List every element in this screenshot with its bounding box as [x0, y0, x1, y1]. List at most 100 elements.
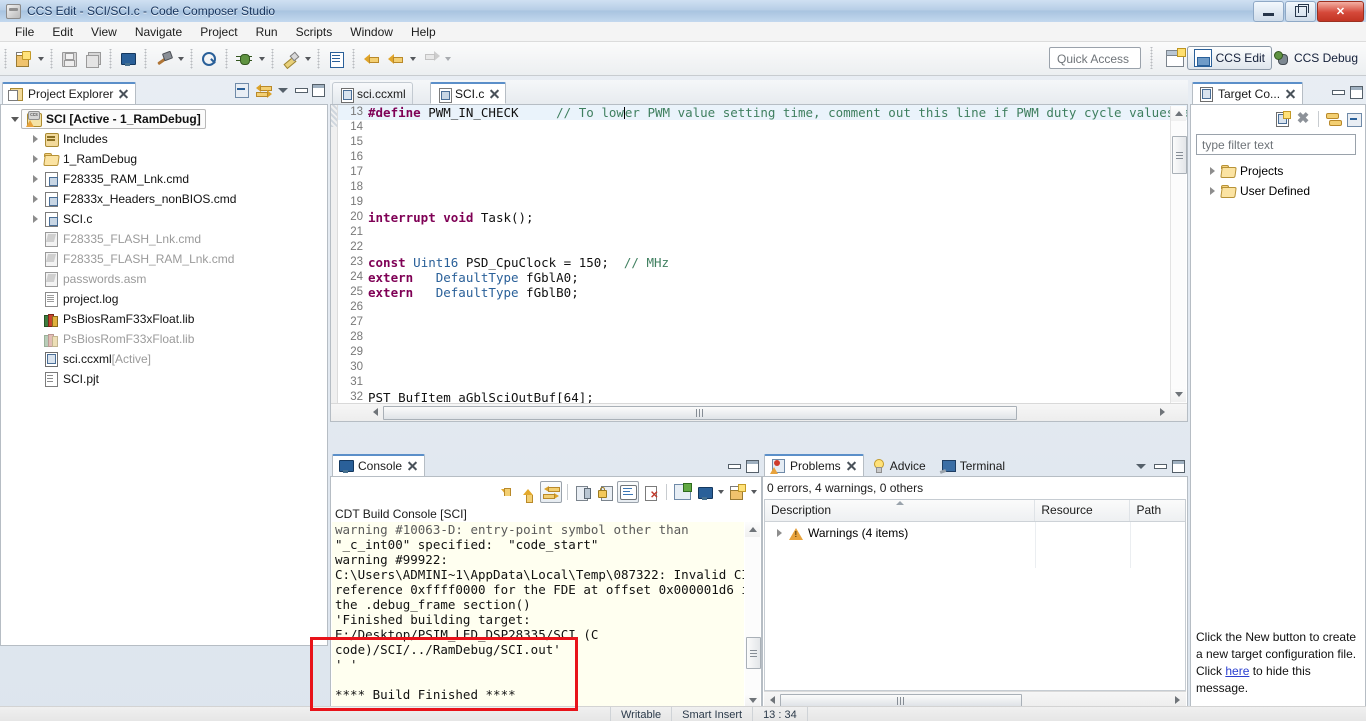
tab-problems[interactable]: Problems — [764, 454, 864, 476]
menu-help[interactable]: Help — [402, 23, 445, 41]
chevron-right-icon[interactable] — [29, 193, 42, 206]
close-button[interactable]: ✕ — [1317, 1, 1364, 22]
run-button[interactable] — [279, 48, 301, 70]
save-all-button[interactable] — [82, 48, 104, 70]
chevron-right-icon[interactable] — [29, 153, 42, 166]
chevron-right-icon[interactable] — [29, 173, 42, 186]
code-line[interactable]: 17 — [338, 165, 1187, 180]
tree-item-psbiosrom-lib[interactable]: PsBiosRomF33xFloat.lib — [1, 329, 327, 349]
code-line[interactable]: 18 — [338, 180, 1187, 195]
editor-horizontal-scrollbar[interactable] — [331, 403, 1187, 421]
console-scroll-up-button[interactable] — [745, 522, 760, 537]
tab-advice[interactable]: Advice — [864, 454, 934, 476]
column-header-description[interactable]: Description — [765, 500, 1036, 521]
scroll-left-button[interactable] — [766, 694, 779, 706]
toolbar-grip[interactable] — [2, 48, 9, 69]
view-menu-icon[interactable] — [1136, 461, 1147, 472]
menu-view[interactable]: View — [82, 23, 126, 41]
tab-sci-ccxml[interactable]: sci.ccxml — [332, 82, 413, 104]
hide-message-link[interactable]: here — [1225, 664, 1249, 678]
menu-project[interactable]: Project — [191, 23, 246, 41]
build-dropdown[interactable] — [175, 48, 186, 70]
code-line[interactable]: 14 — [338, 120, 1187, 135]
close-icon[interactable] — [118, 89, 128, 99]
problems-row-description[interactable]: Warnings (4 items) — [765, 522, 1037, 545]
save-button[interactable] — [58, 48, 80, 70]
run-dropdown[interactable] — [302, 48, 313, 70]
tab-target-configurations[interactable]: Target Co... — [1192, 82, 1304, 104]
tree-item-sci-project[interactable]: ccs SCI [Active - 1_RamDebug] — [1, 109, 327, 129]
scroll-down-button[interactable] — [496, 482, 516, 502]
restore-button[interactable] — [1285, 1, 1316, 22]
code-line[interactable]: 30 — [338, 360, 1187, 375]
debug-dropdown[interactable] — [256, 48, 267, 70]
forward-button[interactable] — [419, 48, 441, 70]
code-line[interactable]: 20 interrupt void Task(); — [338, 210, 1187, 225]
toolbar-grip-8[interactable] — [315, 48, 322, 69]
quick-access-input[interactable]: Quick Access — [1049, 47, 1141, 69]
tab-console[interactable]: Console — [332, 454, 426, 476]
code-line[interactable]: 23 const Uint16 PSD_CpuClock = 150; // MH… — [338, 255, 1187, 270]
close-icon[interactable] — [489, 89, 499, 99]
console-vertical-scrollbar[interactable] — [745, 522, 761, 708]
code-line[interactable]: 31 — [338, 375, 1187, 390]
console-vscroll-thumb[interactable] — [746, 637, 761, 669]
menu-scripts[interactable]: Scripts — [287, 23, 342, 41]
menu-window[interactable]: Window — [341, 23, 402, 41]
code-line[interactable]: 25 extern DefaultType fGblB0; — [338, 285, 1187, 300]
tab-sci-c[interactable]: SCI.c — [430, 82, 507, 104]
maximize-icon[interactable] — [1172, 460, 1185, 473]
outline-button[interactable] — [325, 48, 347, 70]
tree-item-user-defined[interactable]: User Defined — [1196, 181, 1362, 201]
code-line[interactable]: 29 — [338, 345, 1187, 360]
tree-item-includes[interactable]: Includes — [1, 129, 327, 149]
delete-icon[interactable]: ✖ — [1295, 111, 1311, 127]
tree-item-sci-c[interactable]: SCI.c — [1, 209, 327, 229]
toolbar-grip-2[interactable] — [48, 48, 55, 69]
scroll-up-button[interactable] — [1171, 106, 1186, 121]
new-target-config-icon[interactable] — [1275, 111, 1291, 127]
chevron-down-icon[interactable] — [9, 113, 22, 126]
column-header-path[interactable]: Path — [1130, 500, 1185, 521]
minimize-icon[interactable] — [1154, 461, 1167, 472]
back-history-dropdown[interactable] — [407, 48, 418, 70]
scroll-up-button[interactable] — [518, 482, 538, 503]
new-file-button[interactable] — [12, 48, 34, 70]
filter-input[interactable]: type filter text — [1196, 134, 1356, 155]
close-icon[interactable] — [407, 461, 417, 471]
editor-hscroll-thumb[interactable] — [383, 406, 1017, 420]
editor-vertical-scrollbar[interactable] — [1170, 106, 1187, 420]
open-console-button[interactable] — [117, 48, 139, 70]
clear-console-button[interactable]: ✕ — [641, 482, 661, 502]
chevron-right-icon[interactable] — [773, 527, 786, 540]
toolbar-grip-5[interactable] — [188, 48, 195, 69]
scroll-right-button[interactable] — [1171, 694, 1184, 706]
scroll-down-button[interactable] — [1171, 387, 1186, 402]
tree-item-sci-pjt[interactable]: SCI.pjt — [1, 369, 327, 389]
tree-item-psbiosram-lib[interactable]: PsBiosRamF33xFloat.lib — [1, 309, 327, 329]
tree-item-f2833x-headers[interactable]: F2833x_Headers_nonBIOS.cmd — [1, 189, 327, 209]
lock-scroll-button[interactable] — [595, 482, 615, 502]
tree-item-f28335-flash-lnk[interactable]: F28335_FLASH_Lnk.cmd — [1, 229, 327, 249]
scroll-right-button[interactable] — [1156, 406, 1169, 418]
tree-item-f28335-flash-ram-lnk[interactable]: F28335_FLASH_RAM_Lnk.cmd — [1, 249, 327, 269]
forward-dropdown[interactable] — [442, 48, 453, 70]
code-line[interactable]: 15 — [338, 135, 1187, 150]
open-perspective-button[interactable] — [1164, 48, 1186, 69]
search-button[interactable] — [198, 48, 220, 70]
menu-navigate[interactable]: Navigate — [126, 23, 191, 41]
tab-project-explorer[interactable]: Project Explorer — [2, 82, 137, 104]
view-menu-icon[interactable] — [278, 85, 289, 96]
tree-item-1-ramdebug[interactable]: 1_RamDebug — [1, 149, 327, 169]
back-button[interactable] — [360, 48, 382, 70]
minimize-icon[interactable] — [728, 461, 741, 472]
code-line[interactable]: 13 #define PWM_IN_CHECK // To lower PWM v… — [338, 105, 1187, 120]
toolbar-grip-9[interactable] — [350, 48, 357, 69]
back-history-button[interactable] — [384, 48, 406, 70]
chevron-right-icon[interactable] — [1206, 185, 1219, 198]
menu-file[interactable]: File — [6, 23, 43, 41]
display-console-dropdown[interactable] — [715, 481, 726, 503]
code-text[interactable]: 13 #define PWM_IN_CHECK // To lower PWM v… — [338, 105, 1187, 421]
minimize-button[interactable] — [1253, 1, 1284, 22]
table-row[interactable]: Warnings (4 items) — [765, 522, 1185, 545]
